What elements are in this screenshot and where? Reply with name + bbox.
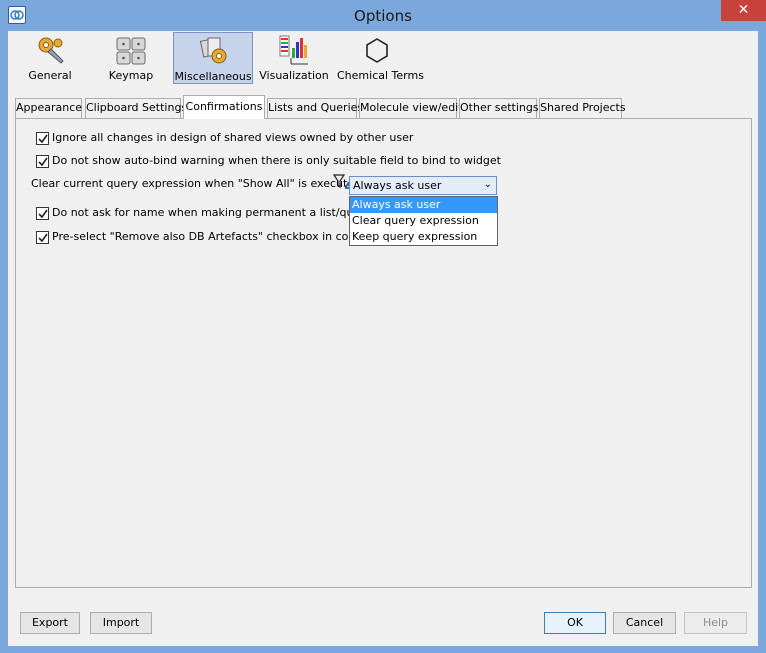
gears-icon [34, 34, 66, 66]
misc-icon [198, 35, 230, 67]
options-window: Options ✕ General Keymap Miscellaneous V… [0, 0, 766, 653]
tab-appearance[interactable]: Appearance [15, 98, 82, 118]
import-button[interactable]: Import [90, 612, 152, 634]
category-visualization[interactable]: Visualization [254, 32, 334, 84]
checkbox-label: Do not show auto-bind warning when there… [52, 154, 501, 167]
category-label: Visualization [259, 69, 329, 82]
category-keymap[interactable]: Keymap [91, 32, 171, 84]
checkbox-label: Ignore all changes in design of shared v… [52, 131, 414, 144]
clear-query-dropdown: Always ask user Clear query expression K… [349, 196, 498, 246]
checkbox[interactable] [36, 207, 49, 220]
option-clear-query-expression[interactable]: Clear query expression [350, 213, 497, 229]
checkbox[interactable] [36, 231, 49, 244]
visualization-icon [278, 34, 310, 66]
checkbox-label: Do not ask for name when making permanen… [52, 206, 399, 219]
export-button[interactable]: Export [20, 612, 80, 634]
ok-button[interactable]: OK [544, 612, 606, 634]
checkbox[interactable] [36, 132, 49, 145]
clear-query-label: Clear current query expression when "Sho… [31, 177, 365, 190]
category-label: Keymap [108, 69, 154, 82]
category-chemical-terms[interactable]: Chemical Terms [337, 32, 424, 84]
tab-shared-projects[interactable]: Shared Projects [539, 98, 626, 118]
checkbox[interactable] [36, 155, 49, 168]
category-general[interactable]: General [10, 32, 90, 84]
chevron-down-icon: ⌄ [483, 179, 492, 190]
title-bar[interactable]: Options ✕ [0, 0, 766, 31]
tab-clipboard-settings[interactable]: Clipboard Settings [85, 98, 187, 118]
confirmations-panel: Ignore all changes in design of shared v… [15, 118, 752, 588]
tab-lists-and-queries[interactable]: Lists and Queries [267, 98, 363, 118]
tab-confirmations[interactable]: Confirmations [183, 95, 265, 119]
option-keep-query-expression[interactable]: Keep query expression [350, 229, 497, 245]
tab-molecule-view-edit[interactable]: Molecule view/edit [359, 98, 463, 118]
tab-other-settings[interactable]: Other settings [459, 98, 539, 118]
cancel-button[interactable]: Cancel [613, 612, 676, 634]
hexagon-icon [361, 34, 393, 66]
keyboard-icon [115, 34, 147, 66]
checkbox-label: Pre-select "Remove also DB Artefacts" ch… [52, 230, 395, 243]
select-value: Always ask user [353, 179, 442, 192]
category-label: Miscellaneous [174, 70, 252, 83]
close-button[interactable]: ✕ [721, 0, 766, 21]
category-label: General [28, 69, 72, 82]
window-title: Options [354, 7, 412, 25]
category-miscellaneous[interactable]: Miscellaneous [173, 32, 253, 84]
help-button[interactable]: Help [684, 612, 747, 634]
option-always-ask-user[interactable]: Always ask user [350, 197, 497, 213]
category-label: Chemical Terms [337, 69, 424, 82]
clear-query-select[interactable]: Always ask user ⌄ [349, 176, 497, 195]
dialog-body: General Keymap Miscellaneous Visualizati… [8, 31, 758, 646]
